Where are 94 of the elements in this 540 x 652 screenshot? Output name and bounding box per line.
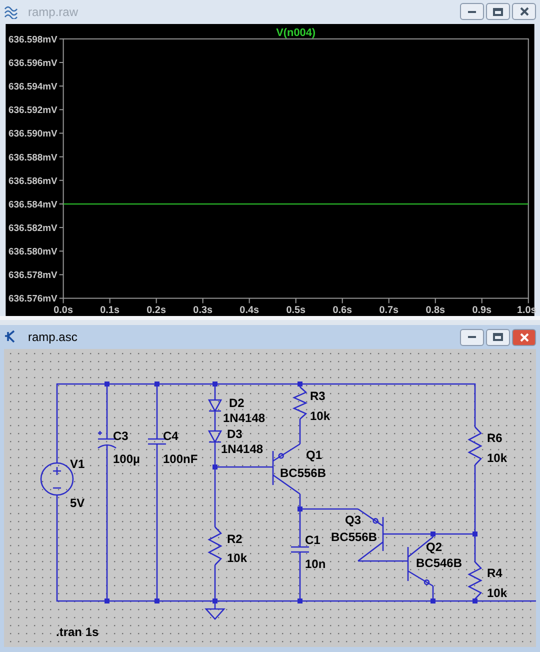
component-label: R4 bbox=[487, 566, 502, 580]
capacitor-symbol bbox=[290, 546, 310, 553]
component-label: D3 bbox=[227, 427, 242, 441]
tick-mark bbox=[58, 274, 64, 276]
component-value: 1N4148 bbox=[223, 411, 266, 425]
x-tick-label: 0.0s bbox=[54, 305, 73, 316]
component-label: Q1 bbox=[306, 448, 322, 462]
minimize-button[interactable] bbox=[460, 3, 484, 20]
resistor-symbol bbox=[208, 526, 222, 566]
x-tick-label: 0.1s bbox=[100, 305, 120, 316]
tick-mark bbox=[58, 203, 64, 204]
legend-label: V(n004) bbox=[276, 26, 316, 39]
waveform-icon bbox=[4, 4, 20, 19]
tick-mark bbox=[528, 298, 529, 304]
component-label: C4 bbox=[163, 429, 178, 443]
tick-mark bbox=[202, 298, 204, 304]
close-icon bbox=[520, 7, 528, 16]
maximize-button[interactable] bbox=[486, 328, 510, 346]
tick-mark bbox=[58, 108, 64, 110]
tick-mark bbox=[58, 85, 64, 86]
ground-symbol bbox=[204, 608, 226, 620]
component-label: Q3 bbox=[345, 513, 362, 527]
tick-mark bbox=[156, 298, 157, 304]
close-button[interactable] bbox=[512, 3, 536, 20]
x-tick-label: 0.9s bbox=[472, 305, 492, 316]
component-label: R3 bbox=[310, 389, 326, 403]
y-tick-label: 636.596mV bbox=[8, 58, 58, 69]
component-value: BC556B bbox=[280, 466, 326, 480]
resistor-symbol bbox=[468, 562, 482, 600]
tick-mark bbox=[58, 62, 64, 63]
tick-mark bbox=[481, 298, 482, 304]
tick-mark bbox=[58, 226, 64, 228]
y-tick-label: 636.580mV bbox=[8, 246, 58, 258]
minimize-icon bbox=[467, 10, 477, 14]
y-tick-label: 636.582mV bbox=[8, 222, 58, 234]
y-tick-label: 636.592mV bbox=[8, 104, 58, 116]
x-tick-label: 0.4s bbox=[240, 305, 259, 316]
y-tick-label: 636.590mV bbox=[8, 128, 58, 140]
x-tick-label: 0.8s bbox=[426, 305, 446, 316]
y-tick-label: 636.578mV bbox=[8, 270, 58, 281]
tick-mark bbox=[58, 180, 64, 181]
component-label: R2 bbox=[227, 532, 242, 546]
x-tick-label: 0.5s bbox=[286, 305, 306, 316]
tick-mark bbox=[109, 298, 110, 304]
tick-mark bbox=[58, 38, 64, 40]
y-tick-label: 636.586mV bbox=[8, 176, 58, 187]
x-tick-label: 0.6s bbox=[332, 305, 352, 316]
x-tick-label: 0.2s bbox=[146, 305, 166, 316]
maximize-icon bbox=[493, 333, 503, 341]
component-value: 5V bbox=[70, 496, 85, 510]
component-value: 10n bbox=[305, 557, 326, 571]
tick-mark bbox=[388, 298, 390, 304]
y-tick-label: 636.584mV bbox=[8, 199, 58, 210]
close-icon bbox=[520, 332, 528, 342]
component-value: 100µ bbox=[113, 452, 140, 466]
component-label: D2 bbox=[229, 396, 244, 410]
component-label: Q2 bbox=[426, 540, 442, 554]
y-tick-label: 636.588mV bbox=[8, 152, 58, 164]
tick-mark bbox=[58, 250, 64, 252]
y-tick-label: 636.598mV bbox=[8, 34, 58, 46]
resistor-symbol bbox=[468, 426, 482, 466]
maximize-icon bbox=[493, 8, 503, 16]
component-value: 10k bbox=[310, 409, 330, 423]
minimize-button[interactable] bbox=[460, 328, 484, 346]
component-label: V1 bbox=[70, 457, 85, 471]
maximize-button[interactable] bbox=[486, 3, 510, 20]
tick-mark bbox=[58, 156, 64, 158]
y-tick-label: 636.594mV bbox=[8, 81, 58, 92]
component-label: R6 bbox=[487, 431, 502, 445]
component-label: C3 bbox=[113, 429, 128, 443]
x-tick-label: 0.3s bbox=[193, 305, 212, 316]
component-value: 10k bbox=[227, 551, 248, 565]
tick-mark bbox=[58, 132, 64, 134]
component-value: BC546B bbox=[416, 556, 462, 570]
tick-mark bbox=[434, 298, 436, 304]
tick-mark bbox=[295, 298, 296, 304]
resistor-symbol bbox=[292, 386, 308, 420]
diode-symbol bbox=[208, 399, 222, 412]
spice-directive: .tran 1s bbox=[56, 625, 99, 639]
close-button[interactable] bbox=[512, 328, 536, 346]
component-label: C1 bbox=[305, 533, 320, 547]
minimize-icon bbox=[467, 335, 477, 339]
component-value: 1N4148 bbox=[221, 442, 264, 456]
y-tick-label: 636.576mV bbox=[8, 294, 58, 305]
component-value: 100nF bbox=[163, 452, 198, 466]
diode-symbol bbox=[208, 430, 222, 443]
component-value: 10k bbox=[487, 451, 508, 465]
window-title: ramp.asc bbox=[28, 329, 78, 346]
tick-mark bbox=[342, 298, 343, 304]
tick-mark bbox=[248, 298, 250, 304]
x-tick-label: 0.7s bbox=[379, 305, 399, 316]
component-value: BC556B bbox=[331, 530, 378, 544]
window-title: ramp.raw bbox=[28, 4, 78, 21]
component-value: 10k bbox=[487, 586, 508, 600]
